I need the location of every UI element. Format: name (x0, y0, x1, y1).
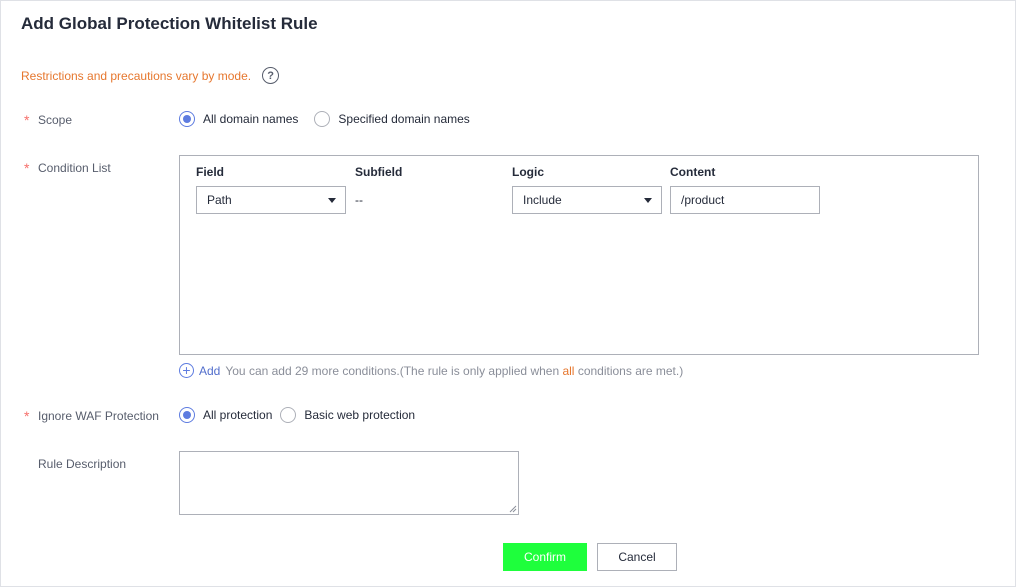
add-condition-row: + Add You can add 29 more conditions.(Th… (179, 363, 683, 378)
required-star: * (24, 408, 30, 424)
dialog-title: Add Global Protection Whitelist Rule (21, 14, 318, 33)
radio-unchecked-icon[interactable] (314, 111, 331, 127)
mode-notice: Restrictions and precautions vary by mod… (21, 67, 280, 84)
hint-text-end: conditions are met.) (574, 363, 684, 378)
caret-down-icon (644, 198, 652, 203)
field-select[interactable]: Path (196, 186, 346, 214)
plus-circle-icon[interactable]: + (179, 363, 194, 378)
ignore-waf-label-text: Ignore WAF Protection (38, 409, 159, 423)
logic-select-value: Include (523, 193, 562, 207)
ignore-waf-radio-group: All protection Basic web protection (179, 407, 431, 423)
rule-description-label-text: Rule Description (38, 457, 127, 471)
confirm-button[interactable]: Confirm (503, 543, 587, 571)
condition-list-box: Field Subfield Logic Content Path -- Inc… (179, 155, 979, 355)
content-input[interactable]: /product (670, 186, 820, 214)
column-header-field: Field (196, 165, 225, 179)
column-header-subfield: Subfield (355, 165, 403, 179)
radio-checked-icon[interactable] (179, 407, 195, 423)
radio-unchecked-icon[interactable] (280, 407, 297, 423)
radio-checked-icon[interactable] (179, 111, 195, 127)
column-header-logic: Logic (512, 165, 544, 179)
condition-list-label-text: Condition List (38, 161, 111, 175)
rule-description-label: Rule Description (24, 457, 126, 471)
scope-radio-group: All domain names Specified domain names (179, 111, 486, 127)
condition-list-label: * Condition List (24, 161, 111, 175)
scope-label: * Scope (24, 113, 72, 127)
hint-text-start: You can add 29 more conditions.(The rule… (225, 363, 563, 378)
logic-select[interactable]: Include (512, 186, 662, 214)
scope-specified-domains-radio[interactable]: Specified domain names (314, 111, 470, 127)
subfield-value: -- (355, 193, 363, 207)
caret-down-icon (328, 198, 336, 203)
radio-label: Specified domain names (338, 112, 470, 126)
question-circle-icon[interactable]: ? (262, 67, 280, 84)
scope-all-domains-radio[interactable]: All domain names (179, 111, 298, 127)
required-star: * (24, 112, 30, 128)
radio-label: All protection (203, 408, 273, 422)
field-select-value: Path (207, 193, 232, 207)
column-header-content: Content (670, 165, 716, 179)
scope-label-text: Scope (38, 113, 73, 127)
ignore-waf-label: * Ignore WAF Protection (24, 409, 159, 423)
whitelist-rule-dialog: Add Global Protection Whitelist Rule Res… (0, 0, 1016, 587)
notice-text: Restrictions and precautions vary by mod… (21, 68, 252, 83)
add-condition-link[interactable]: Add (199, 364, 220, 378)
radio-label: Basic web protection (304, 408, 416, 422)
cancel-button[interactable]: Cancel (597, 543, 677, 571)
hint-highlight: all (562, 363, 575, 378)
all-protection-radio[interactable]: All protection (179, 407, 272, 423)
add-condition-hint: You can add 29 more conditions.(The rule… (225, 364, 683, 378)
rule-description-textarea[interactable] (179, 451, 519, 515)
basic-web-protection-radio[interactable]: Basic web protection (280, 407, 415, 423)
content-input-value: /product (681, 193, 725, 207)
resize-grip-icon[interactable] (509, 505, 517, 513)
required-star: * (24, 160, 30, 176)
radio-label: All domain names (203, 112, 299, 126)
